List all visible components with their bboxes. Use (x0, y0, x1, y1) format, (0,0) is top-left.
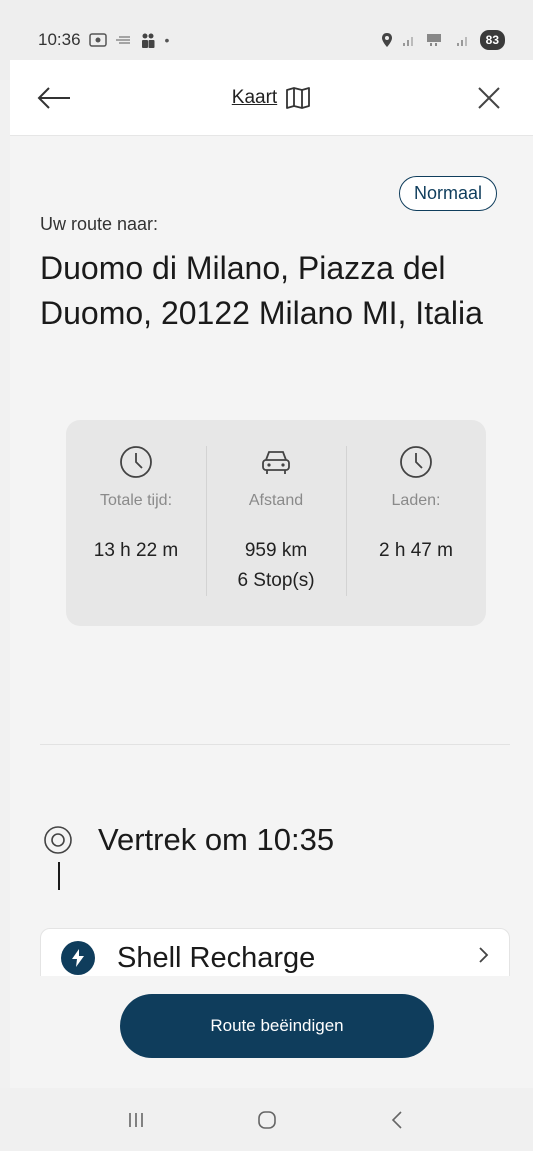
5g-icon (426, 34, 441, 46)
close-icon (478, 86, 500, 109)
distance-label: Afstand (248, 492, 304, 509)
total-time-label: Totale tijd: (99, 492, 173, 509)
timeline-connector (58, 862, 60, 890)
system-nav-bar (0, 1088, 533, 1151)
stop-card[interactable]: Shell Recharge (40, 928, 510, 976)
route-overview: Normaal Uw route naar: Duomo di Milano, … (10, 136, 533, 976)
clock-icon (400, 446, 432, 478)
status-left: 10:36 • (38, 30, 169, 50)
map-link-label: Kaart (231, 86, 278, 108)
distance-value: 959 km (244, 540, 308, 561)
departure-row: Vertrek om 10:35 (40, 822, 334, 858)
back-nav-button[interactable] (378, 1100, 418, 1140)
end-route-button[interactable]: Route beëindigen (120, 994, 434, 1058)
status-right: 83 (380, 30, 505, 50)
arrow-left-icon (37, 86, 70, 109)
status-time: 10:36 (38, 30, 81, 49)
people-icon (141, 33, 155, 48)
stops-count: 6 Stop(s) (237, 570, 315, 591)
car-icon (262, 451, 290, 474)
home-icon (257, 1110, 276, 1129)
stop-name: Shell Recharge (117, 942, 316, 974)
close-button[interactable] (469, 78, 509, 118)
signal-icon-2 (456, 37, 467, 46)
screenshot-icon (88, 33, 107, 47)
back-button[interactable] (34, 78, 74, 118)
notification-icon (115, 36, 130, 44)
destination-title: Duomo di Milano, Piazza del Duomo, 20122… (40, 250, 483, 331)
charging-label: Laden: (391, 492, 441, 509)
battery-indicator: 83 (479, 30, 505, 50)
recent-apps-button[interactable] (116, 1100, 156, 1140)
recent-apps-icon (128, 1112, 143, 1127)
charging-value: 2 h 47 m (379, 540, 453, 561)
action-bar: Route beëindigen (10, 976, 533, 1088)
summary-charging: Laden: 2 h 47 m (346, 420, 486, 626)
route-summary-card: Totale tijd: 13 h 22 m Afstand 959 km 6 … (66, 420, 486, 626)
departure-time: Vertrek om 10:35 (98, 822, 335, 857)
clock-icon (120, 446, 152, 478)
location-icon (381, 33, 392, 47)
summary-distance: Afstand 959 km 6 Stop(s) (206, 420, 346, 626)
dot-icon: • (164, 32, 170, 48)
map-link[interactable]: Kaart (232, 86, 311, 110)
summary-total-time: Totale tijd: 13 h 22 m (66, 420, 206, 626)
total-time-value: 13 h 22 m (93, 540, 179, 561)
charging-station-icon (61, 941, 95, 975)
chevron-right-icon (479, 947, 489, 963)
route-label: Uw route naar: (40, 214, 159, 234)
section-divider (40, 744, 510, 745)
route-mode-badge[interactable]: Normaal (398, 176, 497, 211)
map-icon (286, 86, 311, 109)
origin-target-icon (44, 826, 72, 854)
top-bar: Kaart (10, 60, 533, 136)
chevron-left-icon (391, 1110, 402, 1129)
signal-icon (402, 37, 413, 46)
home-button[interactable] (247, 1100, 287, 1140)
